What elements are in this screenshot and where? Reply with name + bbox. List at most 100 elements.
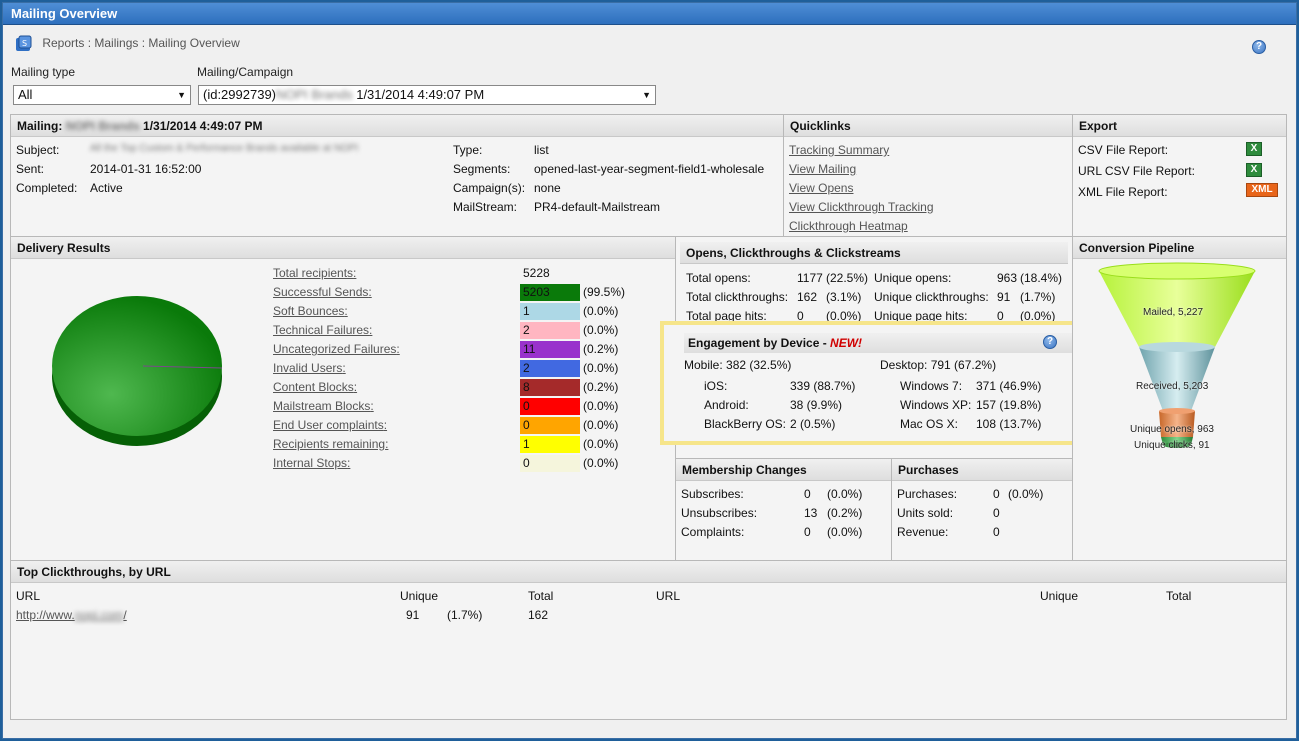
delivery-row-colon: : <box>396 342 400 356</box>
mailing-type-label: Mailing type <box>11 65 76 79</box>
excel-icon[interactable]: X <box>1246 142 1262 156</box>
mailing-type-value: All <box>18 87 33 102</box>
delivery-row-label[interactable]: Mailstream Blocks: <box>273 399 374 413</box>
delivery-results-title: Delivery Results <box>11 237 675 259</box>
delivery-row-pct: (0.2%) <box>583 380 619 394</box>
type-value: list <box>534 143 549 157</box>
blackberry-value: 2 (0.5%) <box>790 417 836 431</box>
purchases-label: Purchases: <box>897 487 958 501</box>
engagement-title: Engagement by Device - NEW! <box>684 333 1074 353</box>
campaign-date: 1/31/2014 4:49:07 PM <box>356 87 485 102</box>
quicklink-view-opens[interactable]: View Opens <box>789 181 853 195</box>
delivery-row-label[interactable]: Recipients remaining: <box>273 437 388 451</box>
xml-icon[interactable]: XML <box>1246 183 1278 197</box>
delivery-row-colon: : <box>370 399 374 413</box>
android-value: 38 (9.9%) <box>790 398 843 412</box>
purchases-panel: Purchases Purchases: 0 (0.0%) Units sold… <box>891 458 1073 561</box>
clickthrough-unique-pct: (1.7%) <box>447 608 483 622</box>
subscribes-value: 0 <box>804 487 811 501</box>
help-icon[interactable]: ? <box>1043 335 1057 349</box>
segments-value: opened-last-year-segment-field1-wholesal… <box>534 162 765 176</box>
total-opens-pct: (22.5%) <box>826 271 869 285</box>
funnel-label-opens: Unique opens, 963 <box>1130 424 1214 435</box>
delivery-row-label[interactable]: Internal Stops: <box>273 456 350 470</box>
clickthrough-url-link[interactable]: http://www.nopi.com/ <box>16 608 127 622</box>
mailing-header-date: 1/31/2014 4:49:07 PM <box>143 119 263 133</box>
mailing-info-panel: Mailing: NOPI Brands 1/31/2014 4:49:07 P… <box>10 114 784 237</box>
quicklinks-title: Quicklinks <box>784 115 1072 137</box>
total-opens-label: Total opens: <box>686 271 751 285</box>
campaign-id: (id:2992739) <box>203 87 276 102</box>
delivery-row-label[interactable]: Total recipients: <box>273 266 356 280</box>
quicklink-clickthrough-heatmap[interactable]: Clickthrough Heatmap <box>789 219 908 233</box>
delivery-row-value: 2 <box>520 360 580 377</box>
delivery-row-value: 0 <box>520 398 580 415</box>
unsubscribes-label: Unsubscribes: <box>681 506 758 520</box>
delivery-row-label[interactable]: Content Blocks: <box>273 380 357 394</box>
unique-opens-pct: (18.4%) <box>1020 271 1063 285</box>
delivery-row-pct: (0.0%) <box>583 437 619 451</box>
engagement-title-text: Engagement by Device - <box>688 336 831 350</box>
top-clickthroughs-panel: Top Clickthroughs, by URL URL Unique Tot… <box>10 560 1287 720</box>
mailstream-value: PR4-default-Mailstream <box>534 200 661 214</box>
opens-title: Opens, Clickthroughs & Clickstreams <box>680 242 1068 264</box>
total-clickthroughs-pct: (3.1%) <box>826 290 862 304</box>
delivery-row-pct: (0.0%) <box>583 418 619 432</box>
delivery-row-label[interactable]: Uncategorized Failures: <box>273 342 400 356</box>
chevron-down-icon: ▼ <box>177 90 186 100</box>
delivery-pie-chart <box>52 296 223 446</box>
clickthrough-unique: 91 <box>406 608 420 622</box>
completed-label: Completed: <box>16 181 78 195</box>
sent-label: Sent: <box>16 162 45 176</box>
mailing-type-select[interactable]: All ▼ <box>13 85 191 105</box>
delivery-row-colon: : <box>368 285 372 299</box>
quicklinks-panel: Quicklinks Tracking Summary View Mailing… <box>783 114 1073 237</box>
help-button[interactable]: ? <box>1252 38 1266 54</box>
campaigns-label: Campaign(s): <box>453 181 526 195</box>
delivery-row-pct: (0.2%) <box>583 342 619 356</box>
windowsxp-value: 157 (19.8%) <box>976 398 1042 412</box>
delivery-row-colon: : <box>342 361 346 375</box>
total-opens-value: 1177 <box>797 271 823 285</box>
type-label: Type: <box>453 143 483 157</box>
delivery-row-label[interactable]: Invalid Users: <box>273 361 346 375</box>
desktop-total: Desktop: 791 (67.2%) <box>880 358 997 372</box>
col-header-total-2: Total <box>1166 589 1192 603</box>
segments-label: Segments: <box>453 162 511 176</box>
delivery-row-colon: : <box>344 304 348 318</box>
unique-clickthroughs-label: Unique clickthroughs: <box>874 290 989 304</box>
excel-icon[interactable]: X <box>1246 163 1262 177</box>
unique-opens-value: 963 <box>997 271 1018 285</box>
delivery-row-value: 1 <box>520 436 580 453</box>
delivery-row-pct: (0.0%) <box>583 399 619 413</box>
export-panel: Export CSV File Report: X URL CSV File R… <box>1072 114 1287 237</box>
help-icon: ? <box>1252 40 1266 54</box>
campaign-label: Mailing/Campaign <box>197 65 294 79</box>
funnel-top-ellipse <box>1098 262 1256 280</box>
delivery-row-label[interactable]: Successful Sends: <box>273 285 372 299</box>
delivery-row-colon: : <box>347 456 351 470</box>
delivery-row-pct: (0.0%) <box>583 456 619 470</box>
macos-value: 108 (13.7%) <box>976 417 1042 431</box>
col-header-unique: Unique <box>400 589 439 603</box>
windows7-value: 371 (46.9%) <box>976 379 1042 393</box>
quicklink-clickthrough-tracking[interactable]: View Clickthrough Tracking <box>789 200 934 214</box>
funnel-label-mailed: Mailed, 5,227 <box>1143 307 1204 318</box>
purchases-value: 0 <box>993 487 1000 501</box>
delivery-row-value: 1 <box>520 303 580 320</box>
breadcrumb-text[interactable]: Reports : Mailings : Mailing Overview <box>42 36 239 50</box>
quicklink-tracking-summary[interactable]: Tracking Summary <box>789 143 889 157</box>
campaign-name: NOPI Brands <box>276 87 353 102</box>
window-title: Mailing Overview <box>3 3 1296 25</box>
delivery-row-value: 2 <box>520 322 580 339</box>
delivery-row-label[interactable]: Soft Bounces: <box>273 304 348 318</box>
url-domain: nopi.com <box>74 608 124 622</box>
export-csv-label: CSV File Report: <box>1078 143 1169 157</box>
campaign-select[interactable]: (id:2992739)NOPI Brands 1/31/2014 4:49:0… <box>198 85 656 105</box>
delivery-row-value: 11 <box>520 341 580 358</box>
revenue-label: Revenue: <box>897 525 949 539</box>
delivery-row-label[interactable]: Technical Failures: <box>273 323 372 337</box>
subscribes-pct: (0.0%) <box>827 487 863 501</box>
quicklink-view-mailing[interactable]: View Mailing <box>789 162 856 176</box>
delivery-row-label[interactable]: End User complaints: <box>273 418 387 432</box>
